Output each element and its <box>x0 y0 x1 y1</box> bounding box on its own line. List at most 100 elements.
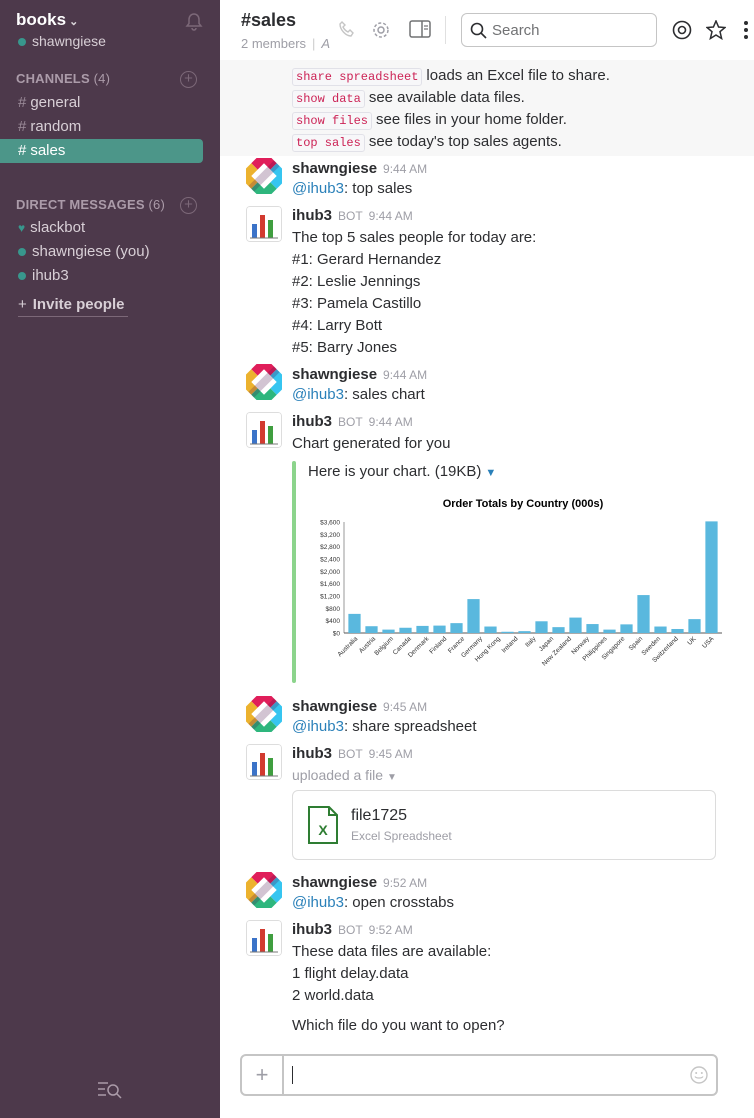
message-sender[interactable]: ihub3 BOT 9:44 AM <box>292 207 413 224</box>
message-sender[interactable]: shawngiese 9:44 AM <box>292 366 427 383</box>
sidebar-item-random[interactable]: # random <box>0 115 220 139</box>
slack-logo-icon <box>246 872 282 908</box>
message-text: @ihub3: sales chart <box>292 386 425 403</box>
bot-avatar[interactable] <box>246 206 282 242</box>
attachment-title[interactable]: Here is your chart. (19KB) <box>308 463 481 480</box>
dm-item-ihub3[interactable]: ihub3 <box>18 267 69 284</box>
timestamp[interactable]: 9:44 AM <box>383 162 427 176</box>
bar-chart-icon <box>246 412 282 448</box>
sender-name[interactable]: shawngiese <box>292 698 377 715</box>
avatar[interactable] <box>246 872 282 908</box>
message-sender[interactable]: shawngiese 9:44 AM <box>292 160 427 177</box>
sender-name[interactable]: ihub3 <box>292 413 332 430</box>
sender-name[interactable]: ihub3 <box>292 921 332 938</box>
phone-icon[interactable] <box>338 20 356 40</box>
dm-item-shawngiese[interactable]: shawngiese (you) <box>18 243 150 260</box>
bot-avatar[interactable] <box>246 744 282 780</box>
caret-down-icon[interactable]: ▼ <box>485 467 496 479</box>
message-sender[interactable]: shawngiese 9:45 AM <box>292 698 427 715</box>
timestamp[interactable]: 9:44 AM <box>383 368 427 382</box>
mention-link[interactable]: @ihub3 <box>292 386 344 403</box>
file-attachment[interactable]: X file1725 Excel Spreadsheet <box>292 790 716 860</box>
caret-down-icon[interactable]: ▼ <box>387 772 397 783</box>
message-sender[interactable]: ihub3 BOT 9:52 AM <box>292 921 413 938</box>
chart-bar <box>535 621 548 633</box>
avatar[interactable] <box>246 158 282 194</box>
timestamp[interactable]: 9:45 AM <box>369 747 413 761</box>
message-line: These data files are available: <box>292 943 492 960</box>
chart-bar <box>688 619 701 633</box>
emoji-icon[interactable] <box>690 1066 708 1084</box>
invite-people-link[interactable]: + Invite people <box>18 296 128 317</box>
chart-bar <box>586 624 599 633</box>
sender-name[interactable]: shawngiese <box>292 160 377 177</box>
chart-title: Order Totals by Country (000s) <box>443 498 604 510</box>
message-line: 2 world.data <box>292 987 374 1004</box>
team-menu[interactable]: books ⌄ <box>16 10 78 30</box>
sidebar-item-label: sales <box>30 142 66 159</box>
y-tick-label: $0 <box>333 631 341 638</box>
chart-bar <box>518 631 531 633</box>
message-line: #2: Leslie Jennings <box>292 273 421 290</box>
channel-topic[interactable]: A <box>321 36 330 51</box>
timestamp[interactable]: 9:44 AM <box>369 209 413 223</box>
avatar[interactable] <box>246 364 282 400</box>
current-user-name: shawngiese <box>32 33 106 49</box>
mention-link[interactable]: @ihub3 <box>292 718 344 735</box>
timestamp[interactable]: 9:52 AM <box>369 923 413 937</box>
dm-item-slackbot[interactable]: ♥ slackbot <box>18 219 85 236</box>
help-line: show data see available data files. <box>292 89 525 108</box>
channels-count: (4) <box>93 71 111 86</box>
sender-name[interactable]: shawngiese <box>292 366 377 383</box>
bell-icon[interactable] <box>185 12 203 32</box>
timestamp[interactable]: 9:52 AM <box>383 876 427 890</box>
help-line: top sales see today's top sales agents. <box>292 133 562 152</box>
message-text: @ihub3: top sales <box>292 180 412 197</box>
command-code: show files <box>292 112 373 130</box>
bar-chart[interactable]: Order Totals by Country (000s) $0 $400 $800… <box>308 490 728 680</box>
channels-header[interactable]: CHANNELS (4) <box>16 71 110 86</box>
chart-bar <box>569 617 582 633</box>
sidebar-item-general[interactable]: # general <box>0 91 220 115</box>
message-sender[interactable]: ihub3 BOT 9:45 AM <box>292 745 413 762</box>
help-text: see files in your home folder. <box>376 111 567 128</box>
timestamp[interactable]: 9:45 AM <box>383 700 427 714</box>
y-tick-label: $3,600 <box>320 520 340 527</box>
mention-link[interactable]: @ihub3 <box>292 894 344 911</box>
sidebar-item-sales[interactable]: # sales <box>0 139 203 163</box>
sender-name[interactable]: shawngiese <box>292 874 377 891</box>
message-input[interactable] <box>292 1064 672 1086</box>
channel-title[interactable]: #sales <box>241 10 296 31</box>
add-dm-icon[interactable]: + <box>180 197 197 214</box>
current-user[interactable]: shawngiese <box>18 33 106 49</box>
sidebar-toggle-icon[interactable] <box>409 20 431 38</box>
message-sender[interactable]: ihub3 BOT 9:44 AM <box>292 413 413 430</box>
bot-avatar[interactable] <box>246 412 282 448</box>
message-line: Which file do you want to open? <box>292 1017 505 1034</box>
upload-notice[interactable]: uploaded a file ▼ <box>292 767 397 783</box>
gear-icon[interactable] <box>371 20 391 40</box>
message-sender[interactable]: shawngiese 9:52 AM <box>292 874 427 891</box>
quick-switcher-icon[interactable] <box>97 1079 123 1099</box>
y-tick-label: $400 <box>326 618 341 625</box>
mentions-icon[interactable] <box>672 20 692 40</box>
chart-bar <box>399 627 412 633</box>
mention-link[interactable]: @ihub3 <box>292 180 344 197</box>
sidebar-item-label: random <box>30 118 82 135</box>
invite-label: Invite people <box>32 296 125 313</box>
channel-meta: 2 members | A <box>241 36 331 51</box>
sender-name[interactable]: ihub3 <box>292 745 332 762</box>
attachment-caption[interactable]: Here is your chart. (19KB) ▼ <box>308 463 496 480</box>
avatar[interactable] <box>246 696 282 732</box>
dm-header[interactable]: DIRECT MESSAGES (6) <box>16 197 165 212</box>
search-input[interactable]: Search <box>461 13 657 47</box>
star-icon[interactable] <box>706 20 726 40</box>
file-name[interactable]: file1725 <box>351 807 407 825</box>
bot-avatar[interactable] <box>246 920 282 956</box>
attach-plus-button[interactable]: + <box>242 1056 284 1094</box>
member-count[interactable]: 2 members <box>241 36 306 51</box>
timestamp[interactable]: 9:44 AM <box>369 415 413 429</box>
add-channel-icon[interactable]: + <box>180 71 197 88</box>
more-options-icon[interactable] <box>743 20 749 40</box>
sender-name[interactable]: ihub3 <box>292 207 332 224</box>
